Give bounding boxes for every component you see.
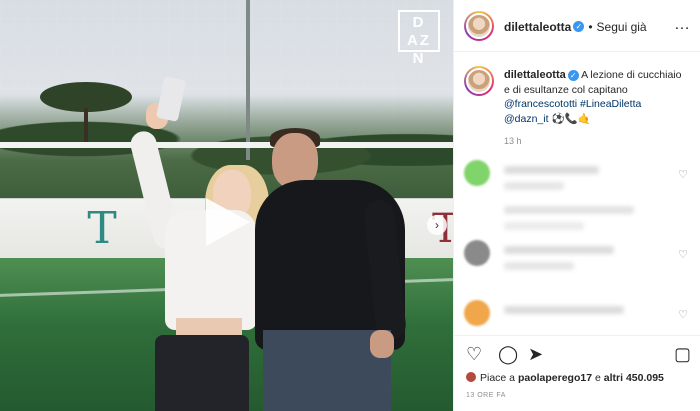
likes-prefix: Piace a bbox=[480, 372, 518, 384]
mention-francescototti[interactable]: @francescototti bbox=[504, 98, 577, 110]
comment-text-blurred bbox=[504, 246, 614, 254]
caption-username[interactable]: dilettaleotta bbox=[504, 69, 566, 81]
comment-meta-blurred bbox=[504, 262, 574, 270]
comment-meta-blurred bbox=[504, 182, 564, 190]
header-username[interactable]: dilettaleotta bbox=[504, 20, 571, 34]
follow-button[interactable]: Segui già bbox=[597, 20, 647, 34]
heart-icon[interactable]: ♡ bbox=[678, 168, 688, 181]
totti-logo: T bbox=[87, 203, 117, 254]
post-date[interactable]: 13 ORE FA bbox=[466, 392, 506, 399]
likes-user[interactable]: paolaperego17 bbox=[518, 372, 592, 384]
post-actions: ♡ ◯ ➤ ▢ Piace a paolaperego17 e altri 45… bbox=[454, 335, 700, 411]
likes-mid: e bbox=[592, 372, 604, 384]
mention-dazn[interactable]: @dazn_it bbox=[504, 113, 549, 125]
avatar-image bbox=[466, 13, 492, 39]
dazn-watermark: DAZN bbox=[398, 10, 440, 67]
caption-avatar[interactable] bbox=[464, 66, 494, 96]
caption: dilettaleotta ✓ A lezione di cucchiaio e … bbox=[504, 68, 684, 126]
liker-avatar bbox=[466, 372, 476, 382]
hashtag-lineadiletta[interactable]: #LineaDiletta bbox=[580, 98, 641, 110]
man-hand bbox=[370, 330, 394, 358]
chevron-right-icon[interactable]: › bbox=[427, 215, 447, 235]
post-header: dilettaleotta ✓ • Segui già … bbox=[454, 0, 700, 52]
likes-count[interactable]: altri 450.095 bbox=[604, 372, 664, 384]
comment-avatar[interactable] bbox=[464, 160, 490, 186]
verified-icon: ✓ bbox=[567, 69, 579, 81]
bookmark-icon[interactable]: ▢ bbox=[674, 344, 691, 364]
dazn-logo-text: DAZN bbox=[407, 14, 431, 67]
ellipsis-icon[interactable]: … bbox=[674, 16, 691, 34]
list-item: ♡ bbox=[464, 300, 692, 340]
comment-icon[interactable]: ◯ bbox=[498, 344, 518, 364]
caption-avatar-image bbox=[466, 68, 492, 94]
comment-text-blurred bbox=[504, 166, 599, 174]
heart-icon[interactable]: ♡ bbox=[678, 248, 688, 261]
heart-icon[interactable]: ♡ bbox=[466, 344, 482, 364]
list-item bbox=[464, 198, 692, 238]
list-item: ♡ bbox=[464, 160, 692, 200]
post-media[interactable]: T T DAZN › bbox=[0, 0, 453, 411]
comment-meta-blurred bbox=[504, 222, 584, 230]
goal-crossbar bbox=[0, 142, 453, 148]
comment-text-blurred bbox=[504, 206, 634, 214]
header-user-line: dilettaleotta ✓ • Segui già bbox=[504, 18, 647, 36]
separator-dot: • bbox=[588, 20, 593, 34]
caption-time: 13 h bbox=[504, 136, 522, 146]
post-sidebar: dilettaleotta ✓ • Segui già … dilettaleotta… bbox=[453, 0, 700, 411]
verified-icon: ✓ bbox=[573, 21, 585, 33]
net-pole bbox=[246, 0, 250, 160]
comment-avatar[interactable] bbox=[464, 240, 490, 266]
share-icon[interactable]: ➤ bbox=[528, 344, 543, 364]
play-icon[interactable] bbox=[206, 198, 250, 246]
list-item: ♡ bbox=[464, 240, 692, 280]
comment-text-blurred bbox=[504, 306, 624, 314]
comment-avatar[interactable] bbox=[464, 300, 490, 326]
heart-icon[interactable]: ♡ bbox=[678, 308, 688, 321]
caption-emojis: ⚽📞🤙 bbox=[551, 112, 591, 125]
woman-jeans bbox=[155, 335, 249, 411]
likes-summary: Piace a paolaperego17 e altri 450.095 bbox=[466, 372, 664, 384]
avatar[interactable] bbox=[464, 11, 494, 41]
